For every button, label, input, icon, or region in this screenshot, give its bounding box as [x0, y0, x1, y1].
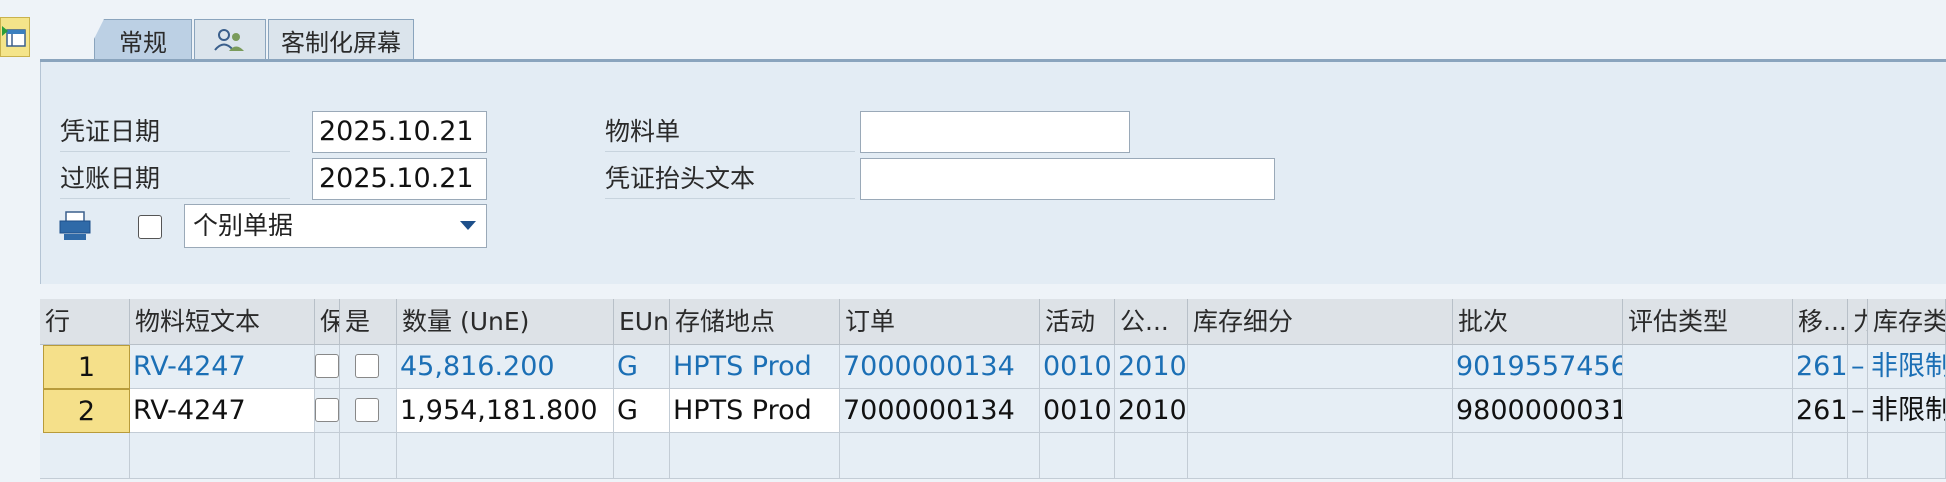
empty-cell: [130, 433, 315, 479]
cell-company[interactable]: 2010: [1115, 389, 1188, 433]
doc-date-label: 凭证日期: [60, 113, 290, 152]
col-header-val-type[interactable]: 评估类型: [1623, 299, 1793, 345]
col-header-flag1[interactable]: 保: [315, 299, 340, 345]
print-type-dropdown[interactable]: 个别单据: [184, 204, 487, 248]
col-header-company[interactable]: 公...: [1115, 299, 1188, 345]
empty-cell: [1453, 433, 1623, 479]
col-header-qty[interactable]: 数量 (UnE): [397, 299, 614, 345]
cell-stock-seg[interactable]: [1188, 345, 1453, 389]
col-header-storage[interactable]: 存储地点: [670, 299, 840, 345]
cell-storage[interactable]: HPTS Prod: [670, 389, 840, 433]
cell-dc[interactable]: –: [1848, 345, 1868, 389]
checkbox[interactable]: [355, 354, 379, 378]
empty-cell: [397, 433, 614, 479]
row-selector-1[interactable]: 1: [43, 345, 130, 389]
cell-qty[interactable]: 45,816.200: [397, 345, 614, 389]
row-selector-2[interactable]: 2: [43, 389, 130, 433]
chevron-down-icon: [460, 221, 476, 230]
empty-cell: [1848, 433, 1868, 479]
empty-cell: [1793, 433, 1848, 479]
header-text-field[interactable]: [860, 158, 1275, 200]
col-header-dc[interactable]: 力: [1848, 299, 1868, 345]
checkbox[interactable]: [355, 398, 379, 422]
print-button[interactable]: [58, 210, 92, 246]
cell-material[interactable]: RV-4247: [130, 345, 315, 389]
col-header-line[interactable]: 行: [40, 299, 130, 345]
tab-strip: 常规 客制化屏幕: [94, 19, 416, 60]
cell-order[interactable]: 7000000134: [840, 345, 1040, 389]
empty-cell: [840, 433, 1040, 479]
cell-order[interactable]: 7000000134: [840, 389, 1040, 433]
tab-custom-screen-label: 客制化屏幕: [281, 28, 401, 57]
cell-material[interactable]: RV-4247: [130, 389, 315, 433]
empty-cell: [1623, 433, 1793, 479]
tab-partners[interactable]: [194, 19, 266, 60]
post-date-label: 过账日期: [60, 160, 290, 199]
post-date-field[interactable]: 2025.10.21: [312, 158, 487, 200]
cell-dc[interactable]: –: [1848, 389, 1868, 433]
cell-activity[interactable]: 0010: [1040, 345, 1115, 389]
cell-mvt[interactable]: 261: [1793, 345, 1848, 389]
col-header-flag2[interactable]: 是: [340, 299, 397, 345]
empty-cell: [1115, 433, 1188, 479]
col-header-stock-seg[interactable]: 库存细分: [1188, 299, 1453, 345]
print-type-value: 个别单据: [193, 211, 294, 240]
col-header-unit[interactable]: EUn: [614, 299, 670, 345]
cell-flag2[interactable]: [340, 345, 397, 389]
cell-qty[interactable]: 1,954,181.800: [397, 389, 614, 433]
empty-cell: [1868, 433, 1946, 479]
cell-flag1[interactable]: [315, 389, 340, 433]
material-slip-label: 物料单: [605, 113, 855, 152]
cell-company[interactable]: 2010: [1115, 345, 1188, 389]
checkbox[interactable]: [315, 398, 339, 422]
printer-icon: [59, 211, 91, 240]
tab-custom-screen[interactable]: 客制化屏幕: [268, 19, 414, 60]
empty-cell: [614, 433, 670, 479]
cell-activity[interactable]: 0010: [1040, 389, 1115, 433]
screen-layout-toggle-button[interactable]: [0, 17, 30, 57]
material-slip-field[interactable]: [860, 111, 1130, 153]
empty-cell: [670, 433, 840, 479]
cell-batch[interactable]: 9800000031: [1453, 389, 1623, 433]
empty-cell: [1188, 433, 1453, 479]
tab-general[interactable]: 常规: [94, 19, 192, 60]
cell-mvt[interactable]: 261: [1793, 389, 1848, 433]
col-header-stock-type[interactable]: 库存类: [1868, 299, 1946, 345]
cell-val-type[interactable]: [1623, 389, 1793, 433]
cell-storage[interactable]: HPTS Prod: [670, 345, 840, 389]
empty-cell: [340, 433, 397, 479]
items-table: 行 物料短文本 保 是 数量 (UnE) EUn 存储地点 订单 活动 公...…: [40, 299, 1946, 482]
tab-general-label: 常规: [119, 28, 167, 57]
cell-flag1[interactable]: [315, 345, 340, 389]
col-header-batch[interactable]: 批次: [1453, 299, 1623, 345]
empty-cell: [40, 433, 130, 479]
layout-icon: [2, 26, 26, 47]
cell-flag2[interactable]: [340, 389, 397, 433]
col-header-activity[interactable]: 活动: [1040, 299, 1115, 345]
checkbox[interactable]: [315, 354, 339, 378]
empty-cell: [1040, 433, 1115, 479]
doc-date-field[interactable]: 2025.10.21: [312, 111, 487, 153]
users-icon: [214, 29, 244, 51]
cell-stock-seg[interactable]: [1188, 389, 1453, 433]
cell-stock-type[interactable]: 非限制: [1868, 389, 1946, 433]
cell-unit[interactable]: G: [614, 389, 670, 433]
cell-stock-type[interactable]: 非限制: [1868, 345, 1946, 389]
print-checkbox[interactable]: [138, 215, 162, 239]
col-header-order[interactable]: 订单: [840, 299, 1040, 345]
header-text-label: 凭证抬头文本: [605, 160, 855, 199]
cell-unit[interactable]: G: [614, 345, 670, 389]
col-header-mvt[interactable]: 移...: [1793, 299, 1848, 345]
col-header-material[interactable]: 物料短文本: [130, 299, 315, 345]
cell-val-type[interactable]: [1623, 345, 1793, 389]
empty-cell: [315, 433, 340, 479]
cell-batch[interactable]: 9019557456: [1453, 345, 1623, 389]
